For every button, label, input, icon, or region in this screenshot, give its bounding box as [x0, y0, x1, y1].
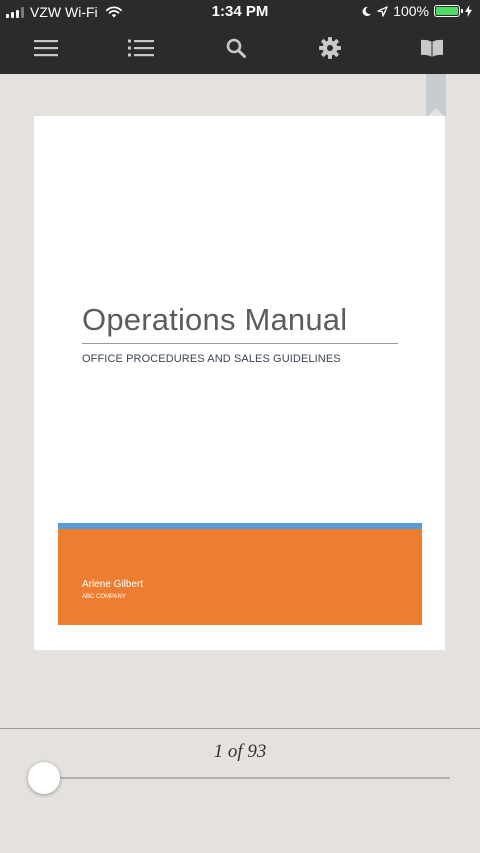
document-subtitle: OFFICE PROCEDURES AND SALES GUIDELINES: [82, 353, 341, 365]
table-of-contents-button[interactable]: [125, 34, 157, 62]
document-company: ABC COMPANY: [82, 594, 126, 600]
location-arrow-icon: [377, 5, 388, 17]
page-indicator: 1 of 93: [213, 741, 267, 762]
settings-gear-icon: [319, 37, 341, 59]
menu-button[interactable]: [30, 34, 62, 62]
document-title: Operations Manual: [82, 302, 348, 337]
page-navigation-bar: 1 of 93: [0, 728, 480, 853]
reader-toolbar: [0, 24, 480, 74]
search-icon: [226, 38, 246, 58]
battery-icon: [434, 5, 463, 17]
table-of-contents-icon: [128, 39, 154, 57]
status-bar: VZW Wi-Fi 1:34 PM 100%: [0, 0, 480, 24]
bookmark-ribbon[interactable]: [426, 74, 446, 118]
settings-button[interactable]: [314, 34, 346, 62]
page-slider-thumb[interactable]: [28, 762, 60, 794]
status-right: 100%: [361, 3, 472, 19]
page-slider-track[interactable]: [44, 777, 450, 779]
top-bar: VZW Wi-Fi 1:34 PM 100%: [0, 0, 480, 74]
book-icon: [421, 39, 443, 57]
moon-icon: [362, 6, 372, 16]
title-divider: [82, 343, 398, 344]
document-page: Operations Manual OFFICE PROCEDURES AND …: [34, 116, 445, 650]
battery-percent: 100%: [393, 3, 429, 19]
menu-icon: [34, 40, 58, 57]
search-button[interactable]: [220, 34, 252, 62]
charging-bolt-icon: [465, 5, 472, 17]
library-button[interactable]: [416, 34, 448, 62]
document-author: Arlene Gilbert: [82, 579, 144, 590]
accent-band-orange: Arlene Gilbert ABC COMPANY: [58, 529, 422, 625]
